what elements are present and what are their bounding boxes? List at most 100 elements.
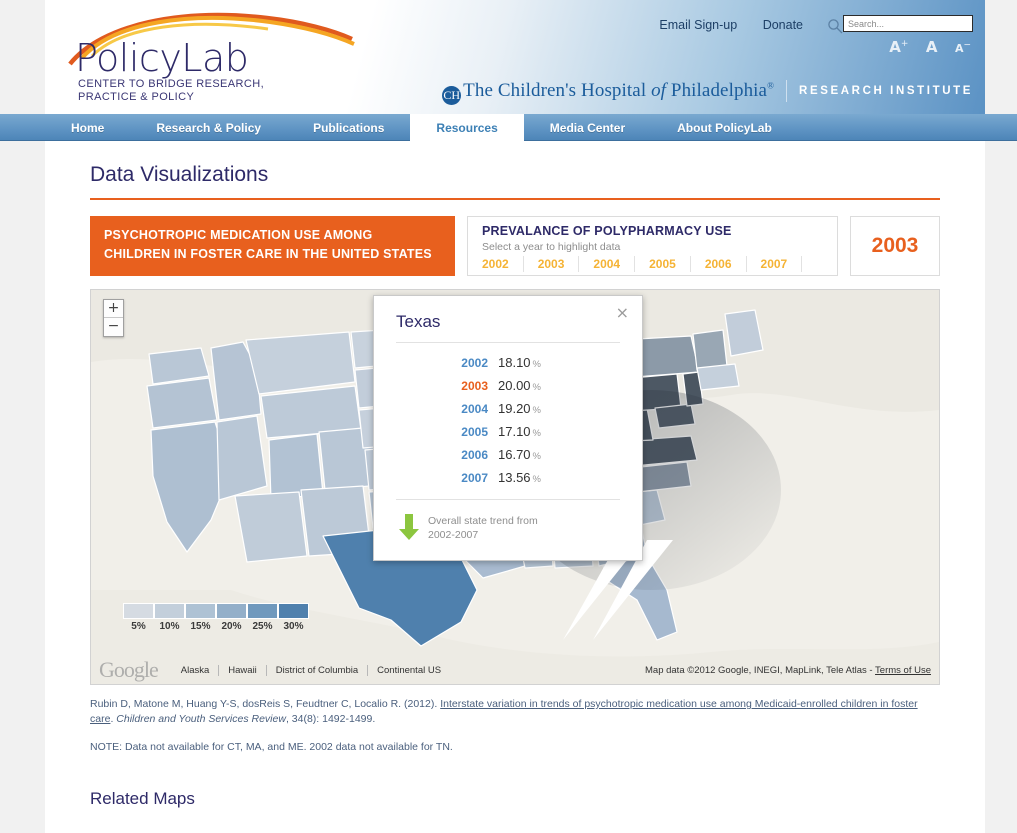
google-logo[interactable]: Google [99, 657, 159, 683]
tooltip-unit: % [532, 359, 541, 370]
selected-year-badge: 2003 [850, 216, 940, 276]
viz-title-line1: PSYCHOTROPIC MEDICATION USE AMONG [104, 228, 373, 242]
map-link-district-of-columbia[interactable]: District of Columbia [267, 664, 369, 676]
tooltip-value-2006: 16.70% [498, 447, 541, 462]
year-button-2002[interactable]: 2002 [482, 256, 524, 272]
tooltip-year-values: 2002 18.10% 2003 20.00% 2004 19.20% 2005 17.10%… [396, 343, 620, 493]
tooltip-row: 2007 13.56% [396, 466, 620, 489]
map-link-alaska[interactable]: Alaska [172, 664, 220, 676]
legend-labels: 5% 10% 15% 20% 25% 30% [123, 621, 309, 632]
search-input[interactable]: Search... [843, 15, 973, 32]
chop-divider [786, 80, 788, 102]
trend-line-2: 2002-2007 [428, 529, 479, 541]
zoom-in-button[interactable]: + [104, 300, 123, 318]
donate-link[interactable]: Donate [763, 18, 803, 32]
legend-swatch-30% [278, 603, 309, 619]
legend-label-20%: 20% [221, 621, 242, 632]
viz-title-line2: CHILDREN IN FOSTER CARE IN THE UNITED ST… [104, 247, 432, 261]
nav-item-home[interactable]: Home [45, 114, 130, 141]
tooltip-year-2004: 2004 [461, 402, 488, 416]
tooltip-unit: % [532, 382, 541, 393]
email-signup-link[interactable]: Email Sign-up [659, 18, 737, 32]
nav-item-resources[interactable]: Resources [410, 114, 524, 141]
font-normal-button[interactable]: A [926, 38, 938, 56]
legend-swatch-10% [154, 603, 185, 619]
map-zoom-control[interactable]: + − [103, 299, 124, 337]
year-button-2006[interactable]: 2006 [691, 256, 747, 272]
legend-swatch-25% [247, 603, 278, 619]
tooltip-row: 2002 18.10% [396, 351, 620, 374]
tooltip-value-2004: 19.20% [498, 401, 541, 416]
page-title: Data Visualizations [90, 163, 269, 186]
tooltip-year-2006: 2006 [461, 448, 488, 462]
tooltip-value-2005: 17.10% [498, 424, 541, 439]
legend-swatch-5% [123, 603, 154, 619]
map-legend: 5% 10% 15% 20% 25% 30% [123, 603, 309, 632]
nav-item-research-policy[interactable]: Research & Policy [130, 114, 287, 141]
map-region-links: Alaska Hawaii District of Columbia Continen… [172, 664, 450, 676]
year-button-row: 2002 2003 2004 2005 2006 2007 [482, 256, 823, 272]
title-divider [90, 198, 940, 200]
year-button-2005[interactable]: 2005 [635, 256, 691, 272]
tooltip-value-2003: 20.00% [498, 378, 541, 393]
year-selector-panel: PREVALANCE OF POLYPHARMACY USE Select a … [467, 216, 838, 276]
visualization-title-panel: PSYCHOTROPIC MEDICATION USE AMONG CHILDR… [90, 216, 455, 276]
tooltip-state-name: Texas [396, 312, 620, 343]
nav-items: Home Research & Policy Publications Resourc… [45, 114, 798, 141]
nav-item-media-center[interactable]: Media Center [524, 114, 651, 141]
legend-swatch-15% [185, 603, 216, 619]
trend-line-1: Overall state trend from [428, 515, 538, 527]
prevalence-subtitle: Select a year to highlight data [482, 241, 621, 253]
page-body: Data Visualizations PSYCHOTROPIC MEDICAT… [45, 114, 985, 833]
logo-wordmark: PolicyLab [75, 36, 249, 80]
tooltip-unit: % [532, 405, 541, 416]
legend-swatches [123, 603, 309, 619]
chop-mark-icon: CH [442, 86, 462, 105]
visualization-controls: PSYCHOTROPIC MEDICATION USE AMONG CHILDR… [90, 216, 940, 276]
logo-tagline-line2: PRACTICE & POLICY [78, 91, 195, 103]
state-tooltip[interactable]: × Texas 2002 18.10% 2003 20.00% 2004 19.20% 20… [373, 295, 643, 561]
citation-authors: Rubin D, Matone M, Huang Y-S, dosReis S,… [90, 698, 441, 710]
legend-label-5%: 5% [131, 621, 146, 632]
legend-label-30%: 30% [283, 621, 304, 632]
close-icon[interactable]: × [616, 305, 629, 321]
chop-branding: CH The Children's Hospital of Philadelph… [442, 80, 973, 105]
map-link-continental-us[interactable]: Continental US [368, 665, 450, 676]
chop-research-institute: RESEARCH INSTITUTE [799, 85, 973, 97]
tooltip-row: 2006 16.70% [396, 443, 620, 466]
prevalence-title: PREVALANCE OF POLYPHARMACY USE [482, 224, 732, 238]
map-link-hawaii[interactable]: Hawaii [219, 664, 267, 676]
tooltip-unit: % [532, 428, 541, 439]
policylab-logo[interactable]: PolicyLab CENTER TO BRIDGE RESEARCH, PRA… [62, 8, 382, 108]
site-header: PolicyLab CENTER TO BRIDGE RESEARCH, PRA… [45, 0, 985, 114]
tooltip-year-2007: 2007 [461, 471, 488, 485]
year-button-2004[interactable]: 2004 [579, 256, 636, 272]
tooltip-year-2003: 2003 [461, 379, 488, 393]
tooltip-unit: % [532, 474, 541, 485]
terms-of-use-link[interactable]: Terms of Use [875, 665, 931, 676]
legend-label-10%: 10% [159, 621, 180, 632]
zoom-out-button[interactable]: − [104, 318, 123, 336]
tooltip-unit: % [532, 451, 541, 462]
tooltip-trend: Overall state trend from 2002-2007 [396, 499, 620, 542]
legend-label-25%: 25% [252, 621, 273, 632]
font-decrease-button[interactable]: A− [955, 40, 971, 55]
map-container[interactable]: + − 5% 10% 15% 20% 25% 30% × Texas 2002 18.10%… [90, 289, 940, 685]
related-maps-title: Related Maps [90, 789, 195, 808]
font-increase-button[interactable]: A+ [889, 38, 908, 56]
tooltip-value-2007: 13.56% [498, 470, 541, 485]
nav-item-about-policylab[interactable]: About PolicyLab [651, 114, 798, 141]
legend-label-15%: 15% [190, 621, 211, 632]
font-size-controls: A+ A A− [876, 38, 971, 57]
logo-tagline: CENTER TO BRIDGE RESEARCH, PRACTICE & PO… [78, 78, 264, 104]
arrow-down-icon [399, 514, 419, 540]
legend-swatch-20% [216, 603, 247, 619]
chop-name: The Children's Hospital of Philadelphia® [463, 80, 775, 101]
attribution-text: Map data ©2012 Google, INEGI, MapLink, T… [645, 664, 876, 676]
data-note: NOTE: Data not available for CT, MA, and… [90, 741, 453, 753]
chop-logo[interactable]: CH The Children's Hospital of Philadelph… [442, 80, 775, 105]
year-button-2003[interactable]: 2003 [524, 256, 580, 272]
year-button-2007[interactable]: 2007 [747, 256, 803, 272]
nav-item-publications[interactable]: Publications [287, 114, 410, 141]
search-icon[interactable] [827, 18, 843, 34]
